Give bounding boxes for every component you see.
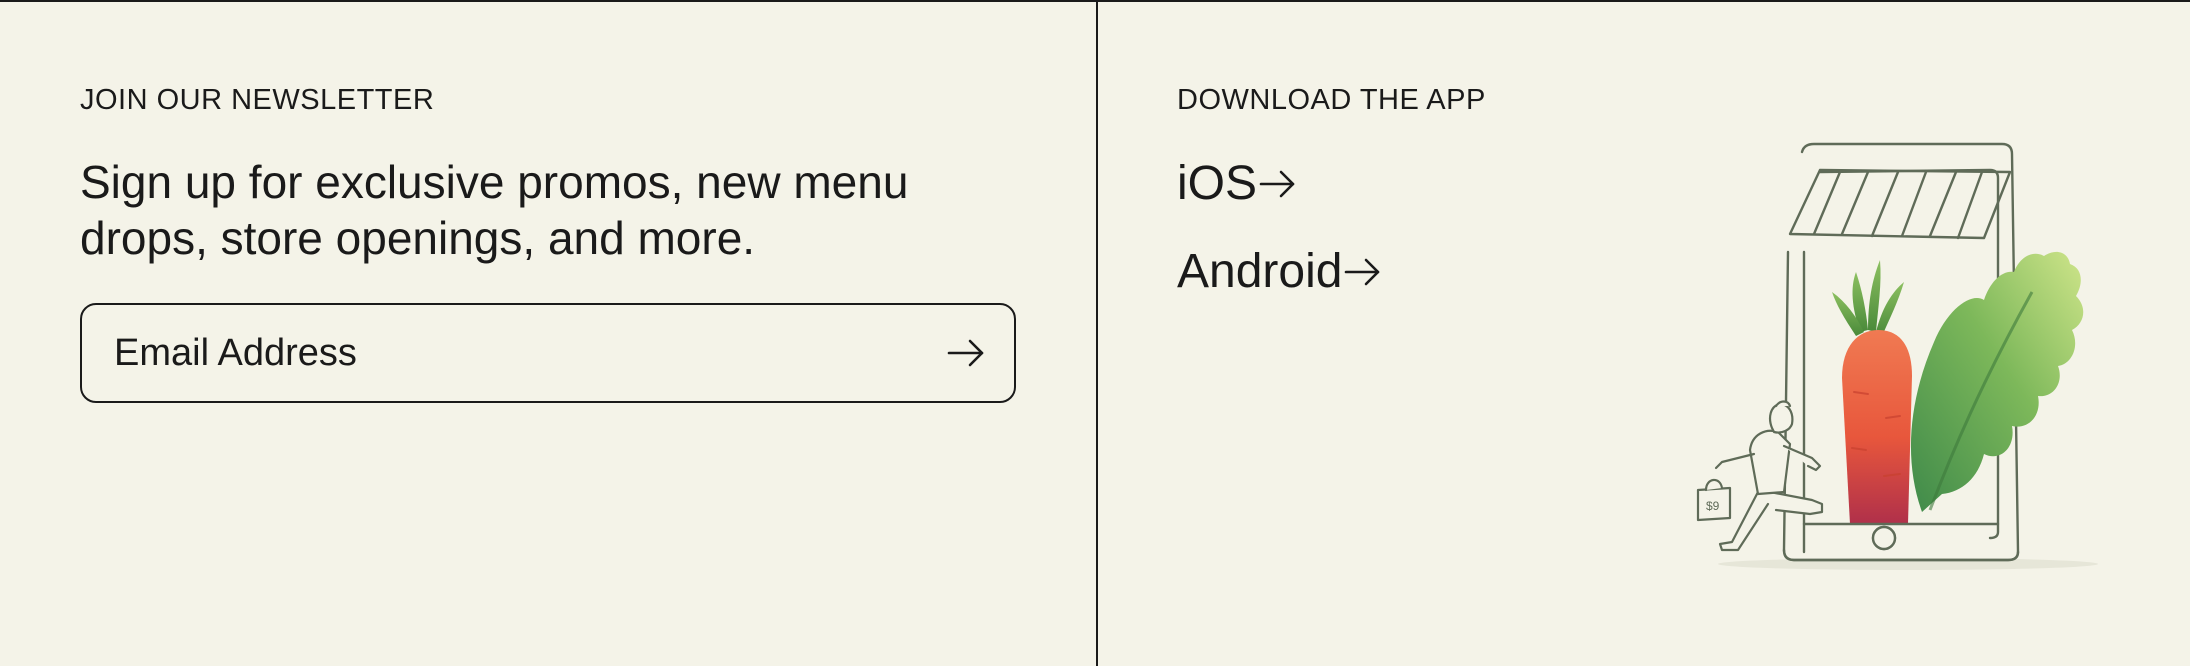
- footer-signup-section: JOIN OUR NEWSLETTER Sign up for exclusiv…: [0, 0, 2190, 666]
- email-signup-form[interactable]: [80, 303, 1016, 403]
- newsletter-eyebrow: JOIN OUR NEWSLETTER: [80, 84, 435, 116]
- newsletter-headline: Sign up for exclusive promos, new menu d…: [80, 156, 909, 264]
- app-eyebrow: DOWNLOAD THE APP: [1177, 84, 1486, 116]
- ios-app-link[interactable]: iOS: [1177, 156, 1297, 211]
- app-illustration: $9: [1696, 142, 2098, 570]
- email-input[interactable]: [114, 331, 940, 375]
- column-divider: [1096, 2, 1098, 666]
- awning: [1788, 168, 2012, 240]
- android-app-link[interactable]: Android: [1177, 244, 1382, 299]
- carrot-greens: [1832, 260, 1904, 336]
- carrot: [1842, 330, 1912, 524]
- arrow-right-icon: [1259, 167, 1297, 201]
- arrow-right-icon: [947, 339, 984, 367]
- bag-price-label: $9: [1706, 499, 1720, 513]
- arrow-right-icon: [1344, 255, 1382, 289]
- android-link-label: Android: [1177, 245, 1343, 298]
- ios-link-label: iOS: [1177, 157, 1258, 210]
- email-submit-button[interactable]: [940, 327, 992, 379]
